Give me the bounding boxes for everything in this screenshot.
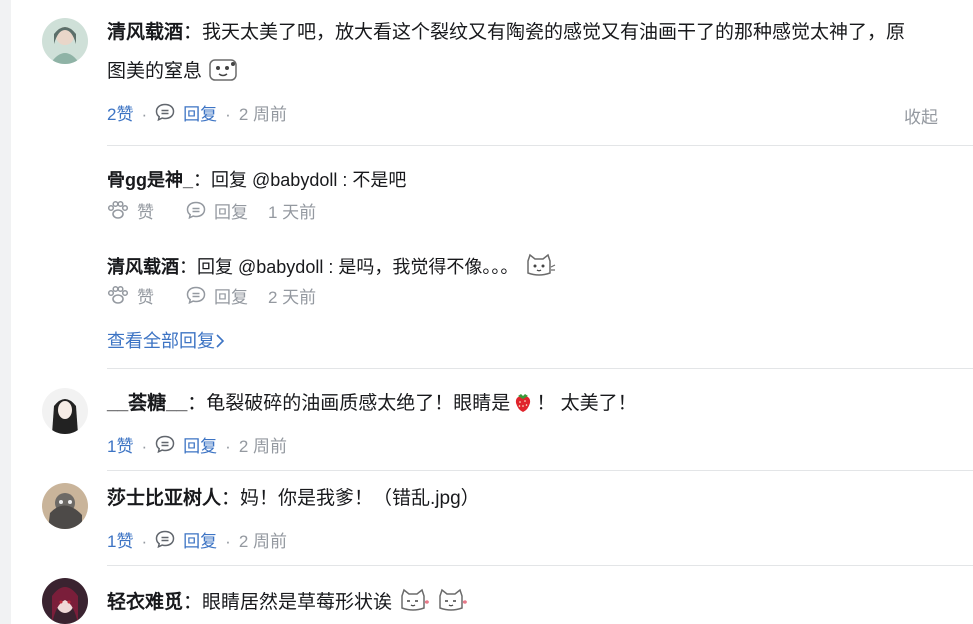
- divider: [107, 145, 973, 146]
- comment-meta: 1赞 · 回复 · 2 周前: [107, 530, 287, 554]
- avatar[interactable]: [42, 18, 88, 64]
- dot-separator: ·: [141, 437, 148, 456]
- dot-separator: ·: [141, 105, 148, 124]
- view-all-replies-link[interactable]: 查看全部回复: [107, 327, 225, 353]
- like-label: 赞: [137, 203, 154, 222]
- comment-text: __荟糖__：龟裂破碎的油画质感太绝了！眼睛是 ！ 太美了！: [107, 391, 637, 421]
- like-count[interactable]: 1赞: [107, 436, 133, 458]
- like-count[interactable]: 2赞: [107, 104, 133, 126]
- like-button[interactable]: 赞: [107, 200, 154, 226]
- cat-emoji-icon: [398, 588, 430, 622]
- timestamp: 1 天前: [268, 203, 317, 222]
- reply-icon: [186, 201, 206, 225]
- dot-separator: ·: [225, 532, 231, 551]
- reply-button[interactable]: 回复: [183, 531, 217, 553]
- reply-username[interactable]: 清风载酒: [107, 257, 179, 277]
- colon: ：: [183, 592, 203, 613]
- paw-like-icon: [107, 200, 129, 226]
- reply-text: 清风载酒：回复 @babydoll : 是吗，我觉得不像。。。: [107, 253, 556, 285]
- strawberry-icon: [512, 391, 534, 421]
- divider: [107, 368, 973, 369]
- dot-separator: ·: [141, 532, 148, 551]
- comment-text-line2: 图美的窒息: [107, 57, 240, 91]
- timestamp: 2 天前: [268, 288, 317, 307]
- reply-button[interactable]: 回复: [183, 436, 217, 458]
- colon: ：: [183, 22, 203, 43]
- comment-content-line2: 图美的窒息: [107, 61, 203, 82]
- comment-meta: 1赞 · 回复 · 2 周前: [107, 435, 287, 459]
- comment-text: 清风载酒：我天太美了吧，放大看这个裂纹又有陶瓷的感觉又有油画干了的那种感觉太神了…: [107, 20, 905, 46]
- comment-content: 眼睛居然是草莓形状诶: [202, 592, 393, 613]
- reply-content: 回复 @babydoll : 是吗，我觉得不像。。。: [197, 257, 519, 277]
- collapse-button[interactable]: 收起: [904, 103, 938, 128]
- comment-content-tail: ！ 太美了！: [536, 393, 637, 414]
- reply-content: 回复 @babydoll : 不是吧: [211, 170, 407, 190]
- like-button[interactable]: 赞: [107, 285, 154, 311]
- reply-button[interactable]: 回复: [186, 201, 248, 225]
- reply-label: 回复: [214, 288, 248, 307]
- avatar[interactable]: [42, 388, 88, 434]
- colon: ：: [187, 393, 207, 414]
- colon: ：: [179, 257, 197, 277]
- colon: ：: [193, 170, 212, 190]
- reply-icon[interactable]: [155, 530, 175, 554]
- reply-username[interactable]: 骨gg是神_: [107, 170, 193, 190]
- view-all-label: 查看全部回复: [107, 331, 215, 351]
- reply-button[interactable]: 回复: [186, 286, 248, 310]
- reply-meta: 赞 回复 1 天前: [107, 200, 316, 226]
- comment-content: 妈！你是我爹！（错乱.jpg）: [240, 488, 480, 509]
- chevron-right-icon: [215, 331, 225, 351]
- reply-icon: [186, 286, 206, 310]
- avatar[interactable]: [42, 483, 88, 529]
- cat-emoji-icon: [524, 253, 556, 285]
- reply-text: 骨gg是神_：回复 @babydoll : 不是吧: [107, 168, 406, 192]
- username[interactable]: 清风载酒: [107, 22, 183, 43]
- username[interactable]: 莎士比亚树人: [107, 488, 221, 509]
- reply-button[interactable]: 回复: [183, 104, 217, 126]
- paw-like-icon: [107, 285, 129, 311]
- comment-content-line1: 我天太美了吧，放大看这个裂纹又有陶瓷的感觉又有油画干了的那种感觉太神了，原: [202, 22, 906, 43]
- emoji-icon: [208, 57, 240, 91]
- comment-content: 龟裂破碎的油画质感太绝了！眼睛是: [206, 393, 511, 414]
- timestamp: 2 周前: [238, 105, 287, 124]
- cat-emoji-icon: [436, 588, 468, 622]
- comment-meta: 2赞 · 回复 · 2 周前: [107, 103, 287, 127]
- dot-separator: ·: [225, 105, 231, 124]
- timestamp: 2 周前: [238, 437, 287, 456]
- divider: [107, 470, 973, 471]
- divider: [107, 565, 973, 566]
- reply-icon[interactable]: [155, 435, 175, 459]
- comment-text: 莎士比亚树人：妈！你是我爹！（错乱.jpg）: [107, 486, 480, 512]
- like-label: 赞: [137, 288, 154, 307]
- comment-text: 轻衣难觅：眼睛居然是草莓形状诶: [107, 588, 468, 622]
- reply-meta: 赞 回复 2 天前: [107, 285, 316, 311]
- username[interactable]: __荟糖__: [107, 393, 187, 414]
- like-count[interactable]: 1赞: [107, 531, 133, 553]
- reply-label: 回复: [214, 203, 248, 222]
- timestamp: 2 周前: [238, 532, 287, 551]
- left-gutter: [0, 0, 11, 624]
- avatar[interactable]: [42, 578, 88, 624]
- reply-icon[interactable]: [155, 103, 175, 127]
- colon: ：: [221, 488, 241, 509]
- username[interactable]: 轻衣难觅: [107, 592, 183, 613]
- dot-separator: ·: [225, 437, 231, 456]
